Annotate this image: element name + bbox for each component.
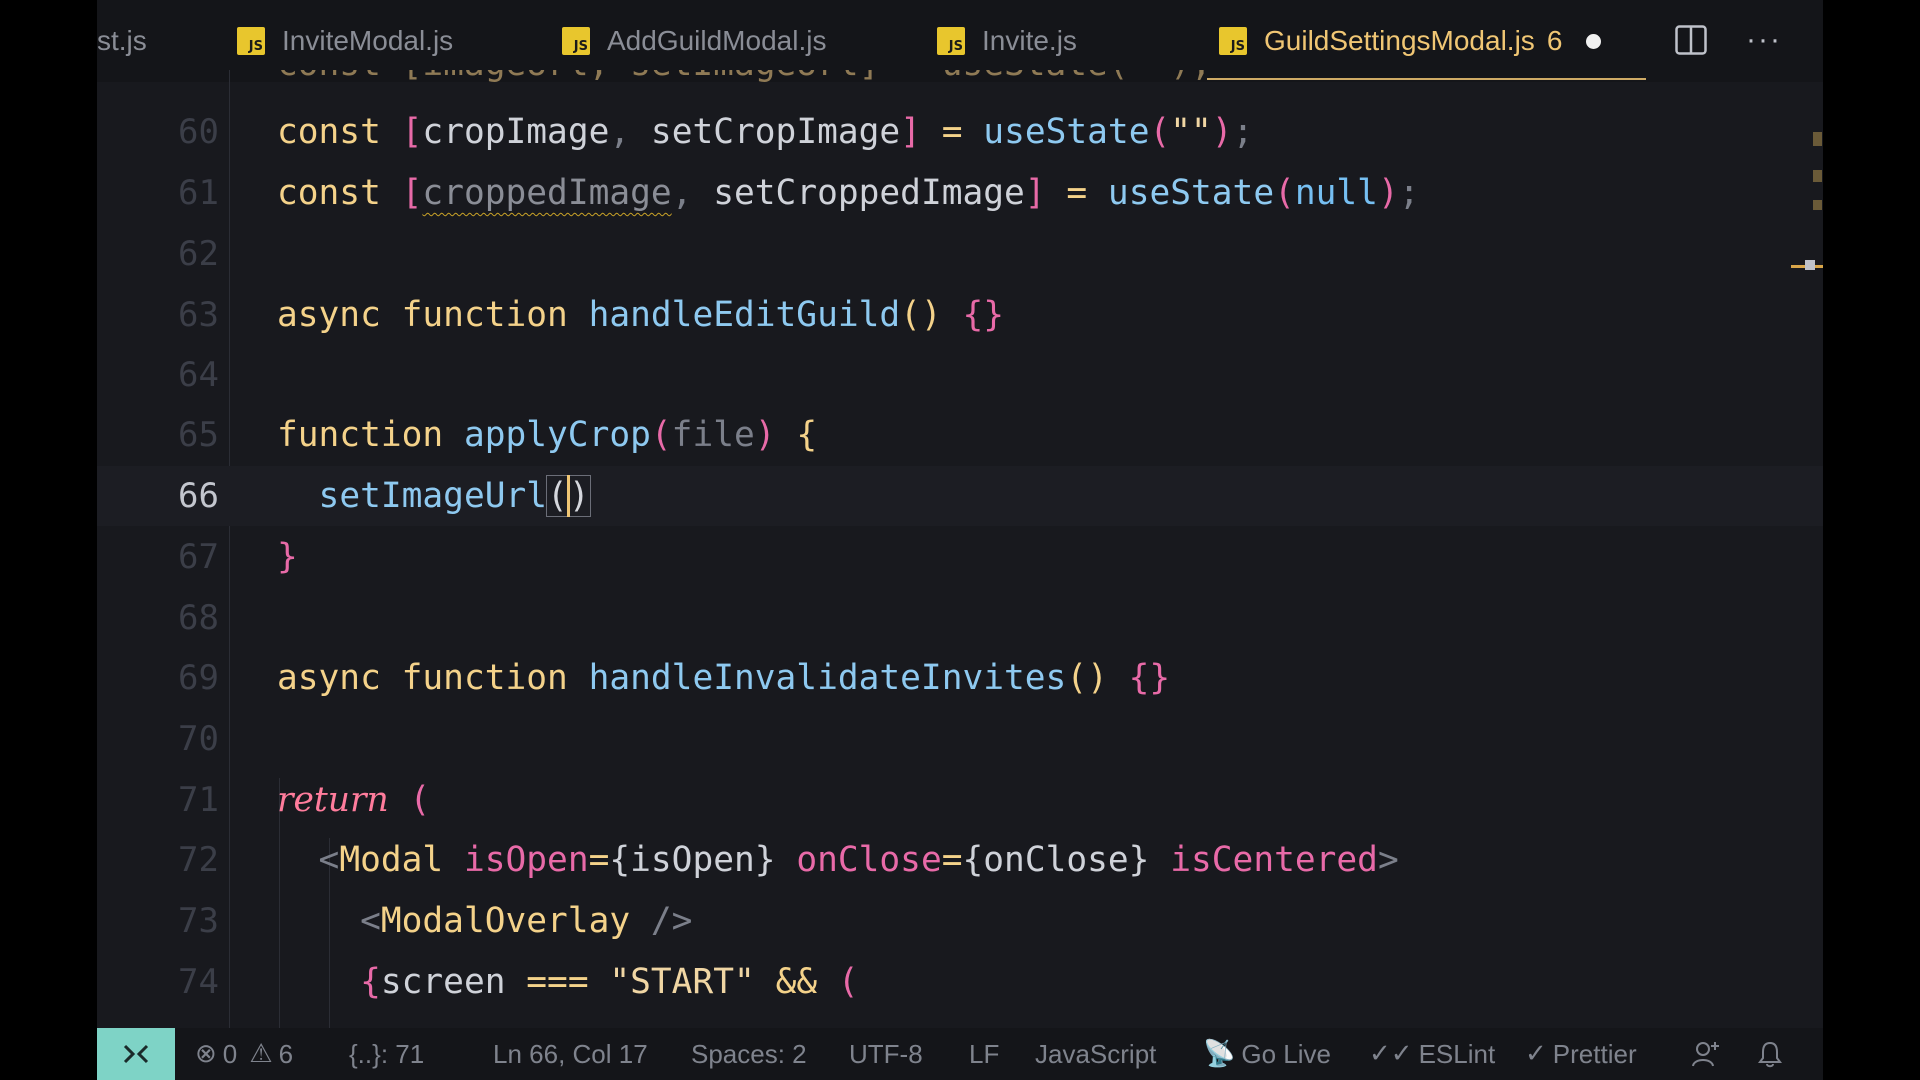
code-line: 69 async function handleInvalidateInvite… [97,648,1823,708]
code-text: const [croppedImage, setCroppedImage] = … [277,173,1420,213]
line-number: 63 [178,295,219,335]
tab-label: st.js [97,25,147,56]
prettier-label: Prettier [1552,1038,1637,1069]
code-text: async function handleInvalidateInvites()… [277,658,1171,698]
line-number: 71 [178,780,219,820]
code-line: 61 const [croppedImage, setCroppedImage]… [97,163,1823,223]
code-text: {screen === "START" && ( [360,962,859,1002]
code-text: <ModalOverlay /> [360,901,693,941]
overview-ruler-mark [1813,170,1822,182]
line-number: 61 [178,173,219,213]
overview-ruler-mark [1813,132,1822,146]
code-line: 65 function applyCrop(file) { [97,405,1823,465]
text-cursor [566,474,570,517]
code-line: 71 return ( [97,770,1823,830]
go-live-button[interactable]: 📡 Go Live [1203,1028,1331,1080]
code-line: 68 [97,588,1823,648]
warning-icon: ⚠ [249,1039,273,1069]
code-text: async function handleEditGuild() {} [277,295,1005,335]
js-file-icon: JS [237,27,265,55]
problems-count-badge: 6 [1546,25,1563,56]
code-line: 72 <Modal isOpen={isOpen} onClose={onClo… [97,830,1823,890]
indentation-setting[interactable]: Spaces: 2 [691,1028,807,1080]
check-icon: ✓ [1525,1039,1547,1069]
code-line: const [imageUrl, setImageUrl] = useState… [97,70,1823,94]
broadcast-icon: 📡 [1203,1039,1236,1069]
code-text: function applyCrop(file) { [277,415,818,455]
accounts-icon[interactable] [1691,1028,1721,1080]
status-bar: ⊗ 0 ⚠ 6 {..}: 71 Ln 66, Col 17 Spaces: 2… [97,1028,1823,1080]
line-number: 67 [178,537,219,577]
code-text: setImageUrl() [318,474,591,517]
code-text: return ( [277,780,431,820]
line-number: 69 [178,658,219,698]
breadcrumb-indicator[interactable]: {..}: 71 [349,1028,424,1080]
code-line: 62 [97,224,1823,284]
js-file-icon: JS [562,27,590,55]
code-line: 70 [97,709,1823,769]
code-line: 60 const [cropImage, setCropImage] = use… [97,102,1823,162]
line-number: 60 [178,112,219,152]
line-number: 74 [178,962,219,1002]
more-actions-icon[interactable]: ··· [1744,20,1784,60]
unsaved-dot-icon[interactable] [1586,33,1602,49]
error-icon: ⊗ [195,1039,217,1069]
code-line: 74 {screen === "START" && ( [97,952,1823,1012]
remote-indicator-icon[interactable] [97,1028,175,1080]
line-number: 70 [178,719,219,759]
line-number: 73 [178,901,219,941]
errors-count: 0 [222,1038,238,1069]
tab-label: AddGuildModal.js [607,25,827,56]
code-editor[interactable]: const [imageUrl, setImageUrl] = useState… [97,70,1823,1028]
eslint-label: ESLint [1418,1038,1496,1069]
editor-window: st.js JS InviteModal.js JS AddGuildModal… [97,0,1823,1080]
split-editor-icon[interactable] [1671,20,1711,60]
line-number: 68 [178,598,219,638]
code-text: } [277,537,298,577]
code-line: 73 <ModalOverlay /> [97,891,1823,951]
go-live-label: Go Live [1241,1038,1331,1069]
tab-label: InviteModal.js [282,25,454,56]
code-text: <Modal isOpen={isOpen} onClose={onClose}… [318,840,1399,880]
code-line: 64 [97,345,1823,405]
eslint-status[interactable]: ✓✓ ESLint [1369,1028,1495,1080]
tab-label: Invite.js [982,25,1077,56]
notifications-bell-icon[interactable] [1757,1028,1783,1080]
code-line-current: 66 setImageUrl() [97,466,1823,526]
line-number: 72 [178,840,219,880]
js-file-icon: JS [1219,27,1247,55]
warnings-count: 6 [278,1038,294,1069]
double-check-icon: ✓✓ [1369,1039,1413,1069]
overview-ruler-thumb[interactable] [1805,260,1815,270]
problems-indicator[interactable]: ⊗ 0 ⚠ 6 [195,1028,293,1080]
prettier-status[interactable]: ✓ Prettier [1525,1028,1637,1080]
code-line: 63 async function handleEditGuild() {} [97,285,1823,345]
line-number: 66 [178,476,219,516]
overview-ruler-mark [1813,200,1822,210]
line-number: 65 [178,415,219,455]
line-number: 62 [178,234,219,274]
tab-label: GuildSettingsModal.js [1264,25,1535,56]
language-mode[interactable]: JavaScript [1035,1028,1156,1080]
line-number: 64 [178,355,219,395]
code-line: 67 } [97,527,1823,587]
encoding-setting[interactable]: UTF-8 [849,1028,923,1080]
code-text: const [imageUrl, setImageUrl] = useState… [277,70,1212,94]
eol-setting[interactable]: LF [969,1028,999,1080]
js-file-icon: JS [937,27,965,55]
cursor-position[interactable]: Ln 66, Col 17 [493,1028,648,1080]
code-text: const [cropImage, setCropImage] = useSta… [277,112,1254,152]
